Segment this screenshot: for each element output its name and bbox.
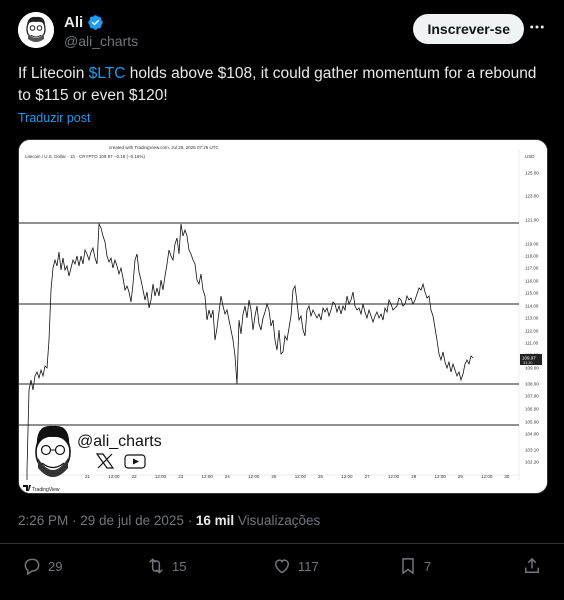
time-tick-label: 22 (132, 474, 138, 479)
bookmark-button[interactable]: 7 (398, 556, 431, 576)
last-price-label: 109.97 (522, 356, 536, 361)
time-tick-label: 29 (458, 474, 464, 479)
tweet-time[interactable]: 2:26 PM (18, 513, 68, 528)
time-tick-label: 25 (271, 474, 277, 479)
author-name-row[interactable]: Ali (64, 14, 104, 31)
reply-icon (24, 558, 40, 576)
price-tick-label: 118.00 (525, 254, 539, 259)
price-tick-label: 117.00 (525, 266, 539, 271)
time-tick-label: 12:00 (108, 474, 120, 479)
time-tick-label: 24 (225, 474, 231, 479)
ali-charts-mascot-icon (35, 425, 71, 477)
time-tick-label: 12:00 (388, 474, 400, 479)
time-tick-label: 21 (85, 474, 91, 479)
price-tick-label: 104.00 (525, 432, 539, 437)
divider (0, 543, 564, 544)
price-tick-label: 116.00 (525, 279, 539, 284)
repost-count: 15 (172, 558, 187, 574)
tweet-date[interactable]: 29 de jul de 2025 (80, 513, 184, 528)
price-tick-label: 108.00 (525, 382, 539, 387)
avatar[interactable] (18, 12, 54, 48)
author-handle[interactable]: @ali_charts (64, 33, 138, 49)
time-tick-label: 27 (365, 474, 371, 479)
views-count: 16 mil (195, 513, 235, 528)
share-button[interactable] (522, 556, 542, 576)
time-tick-label: 12:00 (341, 474, 353, 479)
chart-currency: USD (525, 154, 535, 159)
tweet-text: If Litecoin $LTC holds above $108, it co… (18, 63, 538, 107)
views-label: Visualizações (237, 513, 321, 528)
price-tick-label: 123.00 (525, 194, 539, 199)
price-tick-label: 112.00 (525, 329, 539, 334)
meta-separator: · (68, 513, 81, 528)
share-icon (525, 557, 539, 573)
chart-image: created with TradingView.com, Jul 29, 20… (19, 140, 547, 493)
tweet-media-image[interactable]: created with TradingView.com, Jul 29, 20… (18, 139, 548, 494)
cashtag-link[interactable]: $LTC (89, 65, 126, 82)
time-tick-label: 12:00 (248, 474, 260, 479)
bookmark-count: 7 (424, 558, 432, 574)
price-tick-label: 111.00 (525, 341, 539, 346)
verified-badge-icon (88, 15, 103, 30)
watermark-handle: @ali_charts (77, 433, 162, 450)
price-tick-label: 103.10 (525, 448, 539, 453)
price-tick-label: 113.00 (525, 316, 539, 321)
chart-created-with: created with TradingView.com, Jul 29, 20… (109, 145, 219, 150)
chart-symbol-line: Litecoin / U.S. Dollar · 1h · CRYPTO 109… (25, 154, 145, 159)
time-tick-label: 23 (178, 474, 184, 479)
price-tick-label: 106.00 (525, 407, 539, 412)
time-tick-label: 28 (411, 474, 417, 479)
price-tick-label: 107.00 (525, 394, 539, 399)
time-tick-label: 12:00 (202, 474, 214, 479)
tweet-header: Ali @ali_charts Inscrever-se (18, 12, 546, 52)
price-tick-label: 109.00 (525, 366, 539, 371)
tweet-meta: 2:26 PM · 29 de jul de 2025 · 16 mil Vis… (18, 513, 320, 528)
time-tick-label: 12:00 (295, 474, 307, 479)
bookmark-icon (402, 558, 414, 575)
reply-count: 29 (48, 558, 63, 574)
author-name[interactable]: Ali (64, 14, 83, 31)
repost-icon (149, 558, 163, 574)
time-tick-label: 12:00 (435, 474, 447, 479)
price-tick-label: 125.00 (525, 171, 539, 176)
price-tick-label: 121.00 (525, 218, 539, 223)
time-tick-label: 30 (504, 474, 510, 479)
time-tick-label: 12:00 (481, 474, 493, 479)
price-tick-label: 114.00 (525, 304, 539, 309)
time-tick-label: 12:00 (155, 474, 167, 479)
price-tick-label: 119.00 (525, 242, 539, 247)
follow-button[interactable]: Inscrever-se (413, 14, 524, 44)
like-button[interactable]: 117 (272, 556, 319, 576)
price-tick-label: 115.00 (525, 291, 539, 296)
translate-link[interactable]: Traduzir post (18, 111, 90, 125)
meta-separator: · (183, 513, 196, 528)
last-time-label: 33:30 (523, 361, 533, 365)
action-bar: 29 15 117 7 (18, 556, 546, 580)
tweet-text-part: If Litecoin (18, 65, 89, 82)
heart-icon (274, 559, 290, 574)
price-tick-label: 105.00 (525, 420, 539, 425)
tradingview-logo-text: TradingView (32, 487, 60, 493)
price-tick-label: 102.20 (525, 460, 539, 465)
time-tick-label: 26 (318, 474, 324, 479)
like-count: 117 (298, 558, 319, 574)
more-options-icon[interactable] (528, 18, 546, 36)
repost-button[interactable]: 15 (146, 556, 186, 576)
reply-button[interactable]: 29 (22, 556, 62, 576)
